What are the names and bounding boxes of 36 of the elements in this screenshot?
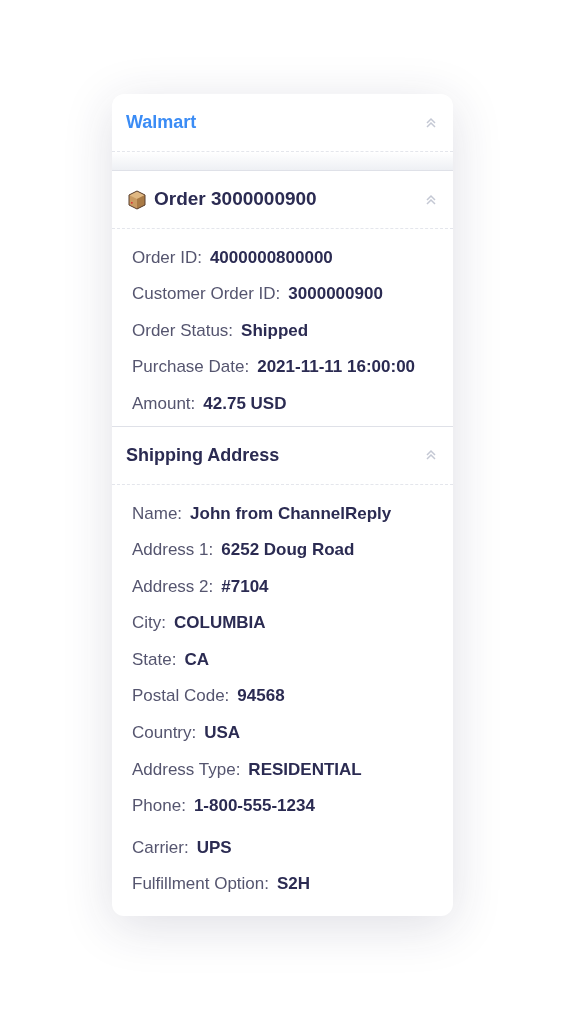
field-label: Order Status: xyxy=(132,319,234,342)
field-value: John from ChannelReply xyxy=(190,502,392,525)
field-label: Address Type: xyxy=(132,758,241,781)
field-value: Shipped xyxy=(241,319,309,342)
field-label: Fulfillment Option: xyxy=(132,872,269,895)
field-value: 3000000900 xyxy=(288,283,383,306)
field-value: #7104 xyxy=(221,575,269,598)
section-title: Order 3000000900 xyxy=(154,187,317,212)
field-label: Country: xyxy=(132,722,197,745)
field-label: Order ID: xyxy=(132,246,202,269)
field-label: State: xyxy=(132,648,177,671)
section-title: Walmart xyxy=(126,111,197,134)
section-title: Shipping Address xyxy=(126,443,280,467)
field-value: 4000000800000 xyxy=(209,246,333,269)
field-label: City: xyxy=(132,612,166,635)
field-value: UPS xyxy=(196,836,232,859)
field-label: Name: xyxy=(132,502,183,525)
field-label: Amount: xyxy=(132,392,196,415)
field-value: CA xyxy=(184,648,209,671)
field-value: 6252 Doug Road xyxy=(221,539,355,562)
field-label: Purchase Date: xyxy=(132,356,250,379)
field-value: 42.75 USD xyxy=(203,392,287,415)
field-label: Address 2: xyxy=(132,575,214,598)
field-value: 94568 xyxy=(237,685,285,708)
field-label: Carrier: xyxy=(132,836,189,859)
field-value: USA xyxy=(204,722,241,745)
field-value: 2021-11-11 16:00:00 xyxy=(257,356,416,379)
field-label: Address 1: xyxy=(132,539,214,562)
field-label: Customer Order ID: xyxy=(132,283,281,306)
field-value: S2H xyxy=(277,872,311,895)
field-value: 1-800-555-1234 xyxy=(193,795,315,818)
field-label: Postal Code: xyxy=(132,685,230,708)
field-value: COLUMBIA xyxy=(174,612,266,635)
field-label: Phone: xyxy=(132,795,186,818)
box-icon xyxy=(126,188,148,211)
field-value: RESIDENTIAL xyxy=(248,758,362,781)
